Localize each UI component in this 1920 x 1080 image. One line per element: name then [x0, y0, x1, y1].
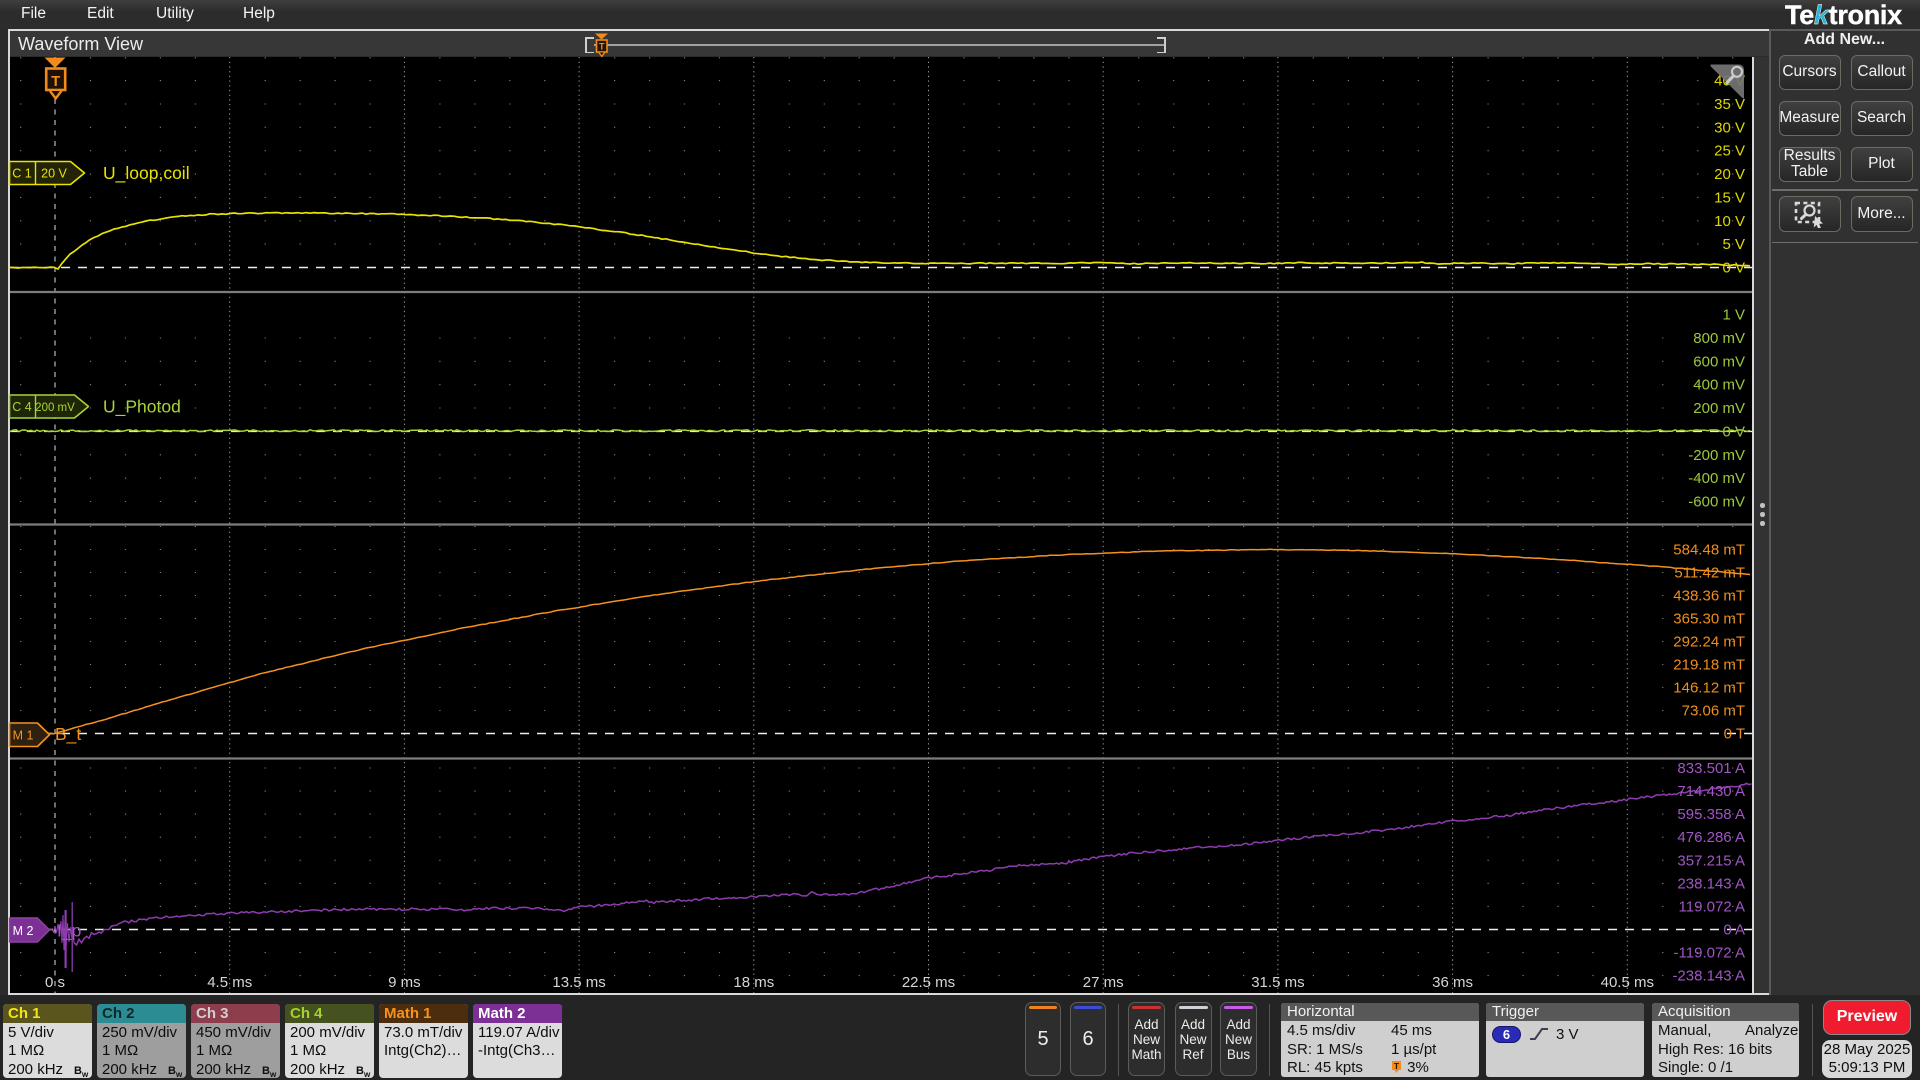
svg-text:438.36 mT: 438.36 mT	[1673, 588, 1745, 605]
svg-text:476.286 A: 476.286 A	[1677, 829, 1745, 846]
svg-text:-119.072 A: -119.072 A	[1674, 945, 1745, 962]
svg-text:M 2: M 2	[13, 924, 34, 938]
svg-text:M 1: M 1	[13, 729, 34, 743]
svg-text:35 V: 35 V	[1714, 96, 1745, 113]
svg-text:200 mV: 200 mV	[1693, 400, 1745, 417]
svg-text:800 mV: 800 mV	[1693, 330, 1745, 347]
svg-text:9 ms: 9 ms	[388, 974, 421, 991]
svg-text:0 T: 0 T	[1724, 726, 1745, 743]
svg-text:219.18 mT: 219.18 mT	[1673, 657, 1745, 674]
svg-text:400 mV: 400 mV	[1693, 377, 1745, 394]
svg-text:10 V: 10 V	[1714, 213, 1745, 230]
svg-text:C 1: C 1	[12, 167, 32, 181]
svg-text:1 V: 1 V	[1722, 307, 1745, 324]
svg-text:36 ms: 36 ms	[1432, 974, 1473, 991]
svg-text:595.358 A: 595.358 A	[1677, 806, 1745, 823]
svg-text:292.24 mT: 292.24 mT	[1673, 634, 1745, 651]
svg-text:U_loop,coil: U_loop,coil	[103, 163, 190, 184]
svg-text:146.12 mT: 146.12 mT	[1673, 680, 1745, 697]
svg-text:238.143 A: 238.143 A	[1677, 875, 1745, 892]
svg-text:20 V: 20 V	[1714, 166, 1745, 183]
svg-text:25 V: 25 V	[1714, 143, 1745, 160]
svg-text:B_t: B_t	[55, 724, 81, 745]
svg-text:-200 mV: -200 mV	[1688, 447, 1745, 464]
svg-text:30 V: 30 V	[1714, 119, 1745, 136]
svg-text:0 V: 0 V	[1722, 423, 1745, 440]
svg-text:I_p: I_p	[57, 921, 81, 942]
svg-text:T: T	[599, 42, 605, 52]
svg-text:0 A: 0 A	[1723, 922, 1745, 939]
svg-text:20 V: 20 V	[41, 167, 67, 181]
svg-text:714.430 A: 714.430 A	[1677, 783, 1745, 800]
svg-text:-400 mV: -400 mV	[1688, 470, 1745, 487]
svg-text:22.5 ms: 22.5 ms	[902, 974, 955, 991]
svg-text:357.215 A: 357.215 A	[1677, 852, 1745, 869]
svg-text:-600 mV: -600 mV	[1688, 494, 1745, 511]
svg-text:365.30 mT: 365.30 mT	[1673, 611, 1745, 628]
svg-text:T: T	[51, 73, 60, 90]
svg-text:0 V: 0 V	[1722, 260, 1745, 277]
svg-text:5 V: 5 V	[1722, 236, 1745, 253]
svg-text:584.48 mT: 584.48 mT	[1673, 542, 1745, 559]
svg-text:73.06 mT: 73.06 mT	[1682, 703, 1745, 720]
svg-text:T: T	[1394, 1061, 1400, 1071]
svg-text:18 ms: 18 ms	[733, 974, 774, 991]
svg-text:0 s: 0 s	[45, 974, 65, 991]
svg-text:U_Photod: U_Photod	[103, 397, 181, 418]
svg-text:833.501 A: 833.501 A	[1677, 760, 1745, 777]
svg-text:15 V: 15 V	[1714, 189, 1745, 206]
svg-text:511.42 mT: 511.42 mT	[1674, 565, 1745, 582]
svg-text:40.5 ms: 40.5 ms	[1601, 974, 1654, 991]
svg-text:C 4: C 4	[12, 400, 32, 414]
svg-text:13.5 ms: 13.5 ms	[552, 974, 605, 991]
svg-text:119.072 A: 119.072 A	[1679, 898, 1745, 915]
svg-text:200 mV: 200 mV	[35, 402, 75, 414]
svg-text:4.5 ms: 4.5 ms	[207, 974, 252, 991]
svg-text:-238.143 A: -238.143 A	[1672, 968, 1745, 985]
svg-text:31.5 ms: 31.5 ms	[1251, 974, 1304, 991]
svg-text:27 ms: 27 ms	[1083, 974, 1124, 991]
svg-text:600 mV: 600 mV	[1693, 353, 1745, 370]
